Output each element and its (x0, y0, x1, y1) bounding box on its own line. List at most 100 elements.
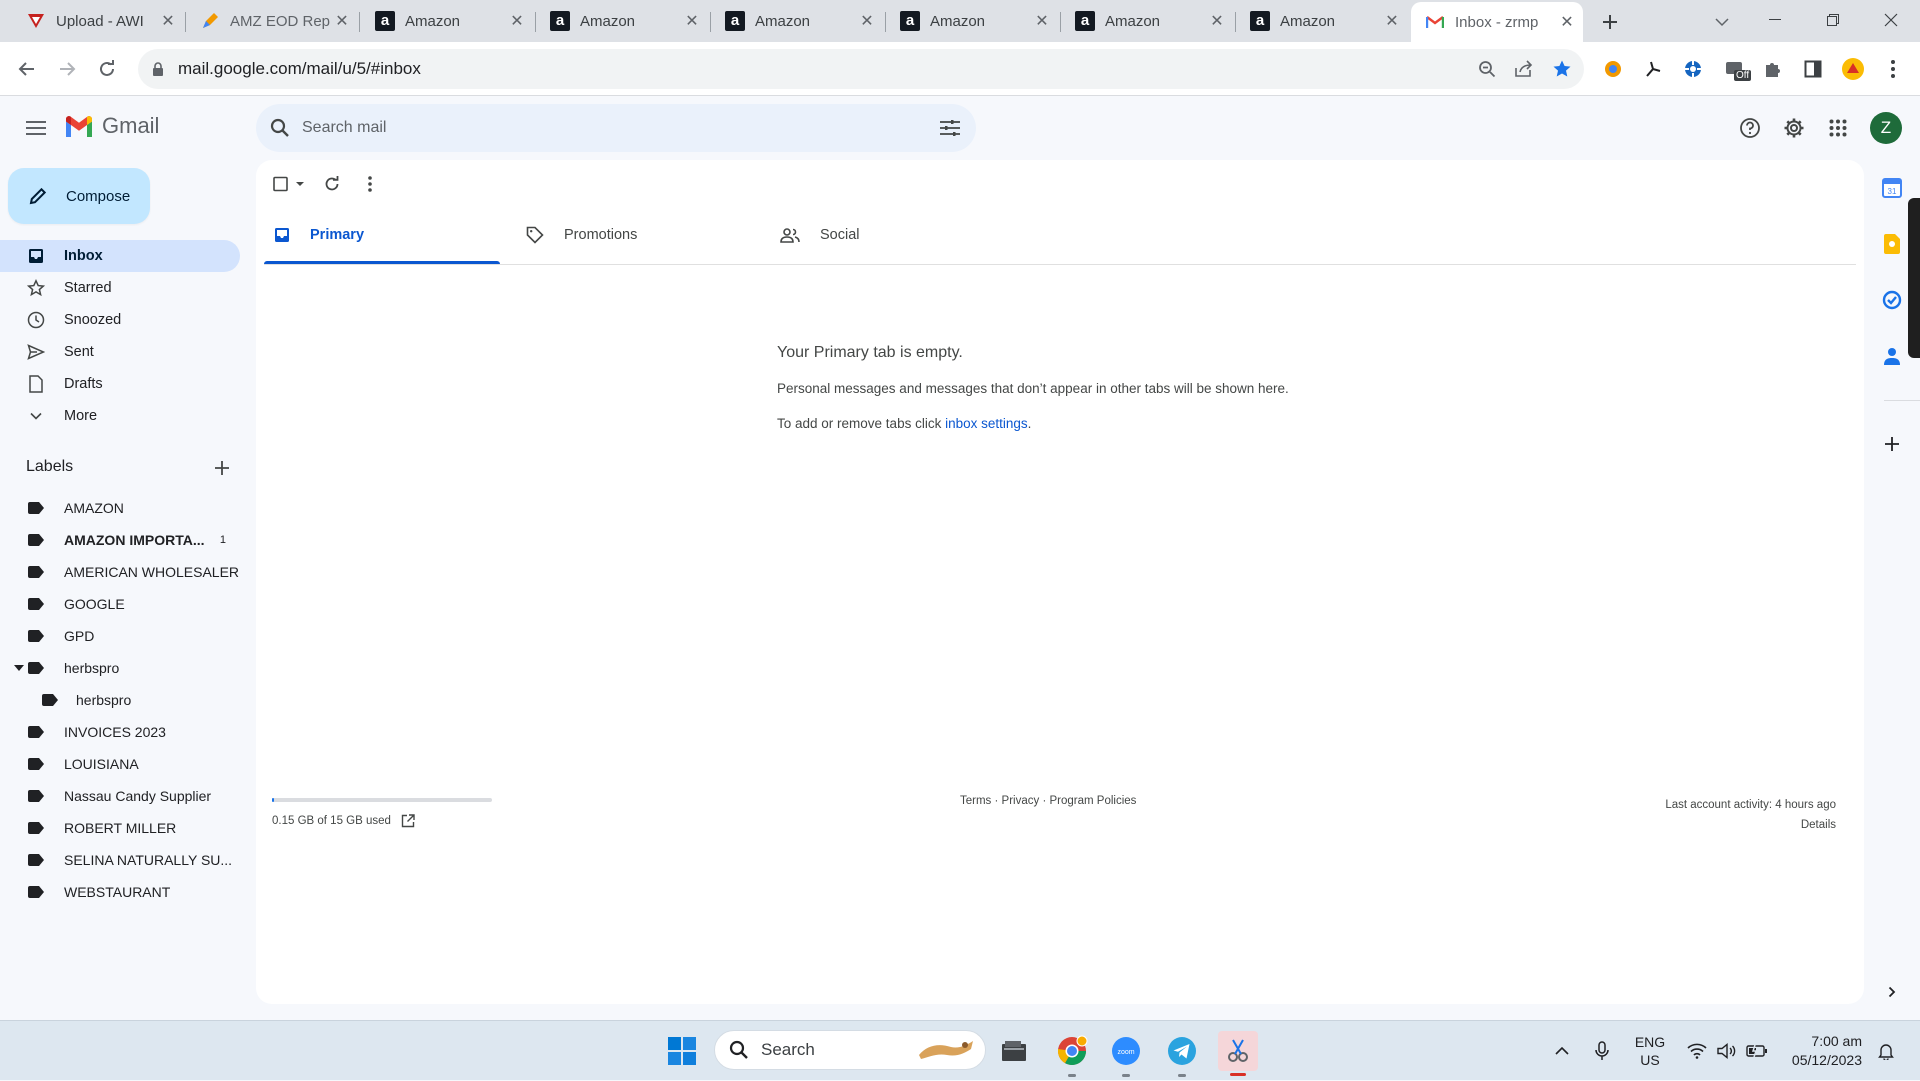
taskbar-search[interactable]: Search (714, 1030, 986, 1070)
inbox-settings-link[interactable]: inbox settings (945, 416, 1028, 431)
tab-primary[interactable]: Primary (274, 207, 364, 263)
label-item[interactable]: INVOICES 2023 (0, 716, 240, 748)
browser-tab[interactable]: a Amazon ✕ (536, 0, 708, 42)
new-tab-button[interactable] (1596, 8, 1624, 36)
label-item[interactable]: SELINA NATURALLY SU... (0, 844, 240, 876)
select-all-checkbox[interactable] (270, 170, 310, 198)
browser-tab[interactable]: a Amazon ✕ (886, 0, 1058, 42)
label-item[interactable]: AMERICAN WHOLESALER (0, 556, 240, 588)
back-arrow-icon[interactable] (12, 54, 42, 84)
close-tab-icon[interactable]: ✕ (857, 11, 877, 31)
close-tab-icon[interactable]: ✕ (682, 11, 702, 31)
tab-social[interactable]: Social (780, 207, 860, 263)
language-indicator[interactable]: ENG US (1628, 1021, 1672, 1081)
nav-inbox[interactable]: Inbox (0, 240, 240, 272)
close-tab-icon[interactable]: ✕ (158, 11, 178, 31)
help-icon[interactable] (1734, 112, 1766, 144)
battery-icon[interactable] (1744, 1021, 1770, 1081)
bookmark-star-icon[interactable] (1552, 59, 1572, 79)
browser-tab[interactable]: a Amazon ✕ (1236, 0, 1408, 42)
nav-sent[interactable]: Sent (0, 336, 240, 368)
extension-icon[interactable] (1678, 54, 1708, 84)
floating-widget-edge[interactable] (1908, 198, 1920, 358)
add-addon-icon[interactable] (1880, 432, 1904, 456)
refresh-icon[interactable] (318, 170, 346, 198)
terms-link[interactable]: Terms (960, 795, 991, 807)
close-tab-icon[interactable]: ✕ (1207, 11, 1227, 31)
side-panel-icon[interactable] (1798, 54, 1828, 84)
label-item[interactable]: GOOGLE (0, 588, 240, 620)
nav-more[interactable]: More (0, 400, 240, 432)
clock[interactable]: 7:00 am 05/12/2023 (1776, 1021, 1862, 1081)
keep-icon[interactable] (1880, 232, 1904, 256)
browser-tab[interactable]: a Amazon ✕ (1061, 0, 1233, 42)
browser-menu-icon[interactable] (1878, 54, 1908, 84)
volume-icon[interactable] (1714, 1021, 1740, 1081)
label-item[interactable]: LOUISIANA (0, 748, 240, 780)
program-policies-link[interactable]: Program Policies (1049, 795, 1136, 807)
close-tab-icon[interactable]: ✕ (1032, 11, 1052, 31)
windows-start-icon[interactable] (662, 1031, 702, 1071)
wifi-icon[interactable] (1684, 1021, 1710, 1081)
browser-tab[interactable]: AMZ EOD Rep ✕ (186, 0, 358, 42)
label-item[interactable]: ROBERT MILLER (0, 812, 240, 844)
reload-icon[interactable] (92, 54, 122, 84)
browser-tab[interactable]: a Amazon ✕ (711, 0, 883, 42)
close-tab-icon[interactable]: ✕ (332, 11, 352, 31)
account-avatar[interactable]: Z (1870, 112, 1902, 144)
calendar-icon[interactable]: 31 (1880, 176, 1904, 200)
extension-icon[interactable] (1638, 54, 1668, 84)
close-window-icon[interactable] (1876, 6, 1906, 34)
forward-arrow-icon[interactable] (52, 54, 82, 84)
privacy-link[interactable]: Privacy (1002, 795, 1040, 807)
snipping-tool-icon[interactable] (1218, 1031, 1258, 1076)
close-tab-icon[interactable]: ✕ (1382, 11, 1402, 31)
close-tab-icon[interactable]: ✕ (1557, 12, 1577, 32)
search-icon[interactable] (270, 118, 290, 138)
tasks-icon[interactable] (1880, 288, 1904, 312)
more-options-icon[interactable] (358, 170, 382, 198)
browser-tab[interactable]: Upload - AWI ✕ (12, 0, 184, 42)
restore-window-icon[interactable] (1818, 6, 1848, 34)
tab-promotions[interactable]: Promotions (526, 207, 637, 263)
open-external-icon[interactable] (401, 814, 415, 828)
tray-chevron-up-icon[interactable] (1550, 1021, 1574, 1081)
label-item[interactable]: AMAZON IMPORTA... 1 (0, 524, 240, 556)
main-menu-icon[interactable] (20, 112, 52, 144)
address-bar[interactable]: mail.google.com/mail/u/5/#inbox (138, 49, 1584, 89)
extension-icon[interactable] (1598, 54, 1628, 84)
minimize-window-icon[interactable] (1760, 6, 1790, 34)
add-label-icon[interactable] (210, 456, 234, 480)
zoom-icon[interactable] (1478, 60, 1496, 78)
contacts-icon[interactable] (1880, 344, 1904, 368)
label-item[interactable]: herbspro (0, 684, 240, 716)
nav-drafts[interactable]: Drafts (0, 368, 240, 400)
file-explorer-icon[interactable] (994, 1031, 1034, 1071)
label-item[interactable]: herbspro (0, 652, 240, 684)
label-item[interactable]: WEBSTAURANT (0, 876, 240, 908)
expand-panel-icon[interactable] (1880, 980, 1904, 1004)
browser-tab[interactable]: a Amazon ✕ (361, 0, 533, 42)
profile-icon[interactable] (1838, 54, 1868, 84)
label-item[interactable]: GPD (0, 620, 240, 652)
search-input[interactable] (302, 119, 862, 137)
zoom-app-icon[interactable]: zoom (1106, 1031, 1146, 1077)
telegram-icon[interactable] (1162, 1031, 1202, 1077)
settings-gear-icon[interactable] (1778, 112, 1810, 144)
share-icon[interactable] (1514, 60, 1534, 78)
lock-icon[interactable] (152, 62, 164, 76)
search-bar[interactable] (256, 104, 976, 152)
browser-tab-active[interactable]: Inbox - zrmp ✕ (1411, 2, 1583, 42)
nav-starred[interactable]: Starred (0, 272, 240, 304)
url-text[interactable]: mail.google.com/mail/u/5/#inbox (178, 59, 421, 79)
apps-grid-icon[interactable] (1822, 112, 1854, 144)
gmail-logo[interactable]: Gmail (64, 113, 159, 139)
extensions-puzzle-icon[interactable] (1758, 54, 1788, 84)
label-item[interactable]: Nassau Candy Supplier (0, 780, 240, 812)
tab-search-icon[interactable] (1708, 8, 1736, 36)
nav-snoozed[interactable]: Snoozed (0, 304, 240, 336)
chrome-icon[interactable] (1052, 1031, 1092, 1077)
label-item[interactable]: AMAZON (0, 492, 240, 524)
search-options-icon[interactable] (940, 120, 960, 136)
microphone-icon[interactable] (1590, 1021, 1614, 1081)
